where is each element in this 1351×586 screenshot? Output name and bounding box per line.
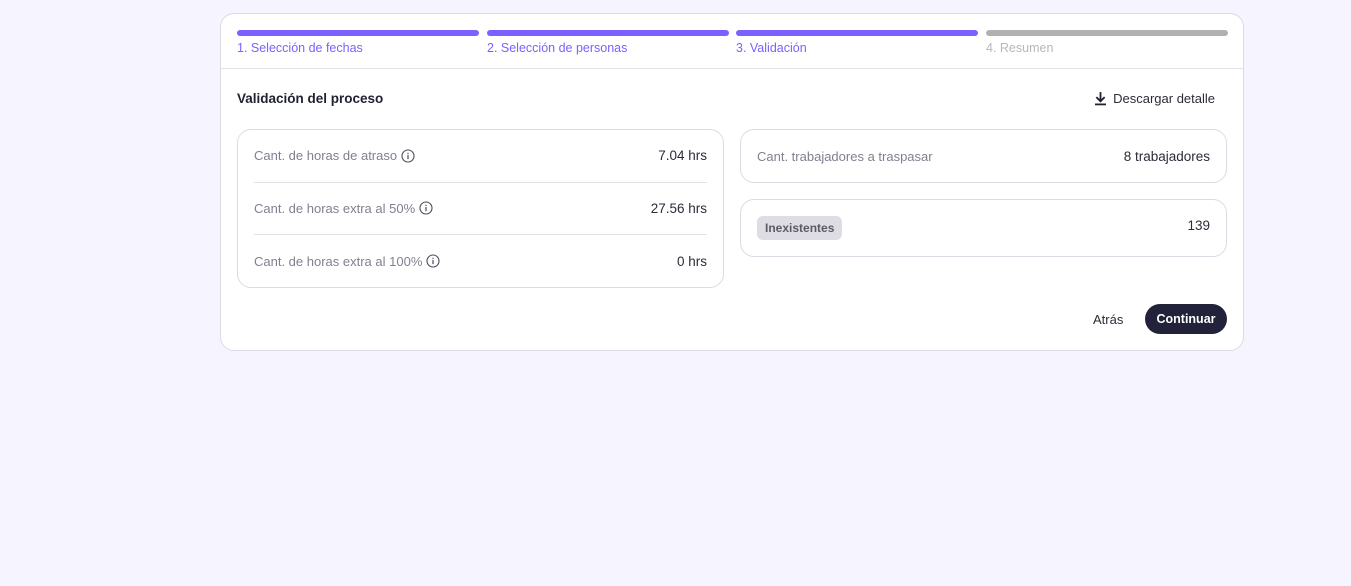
validation-card: 1. Selección de fechas 2. Selección de p…	[220, 13, 1244, 351]
step-label: 2. Selección de personas	[487, 41, 628, 55]
workers-box: Cant. trabajadores a traspasar 8 trabaja…	[740, 129, 1227, 183]
step-summary: 4. Resumen	[986, 30, 1228, 55]
step-dates[interactable]: 1. Selección de fechas	[237, 30, 479, 55]
download-detail-button[interactable]: Descargar detalle	[1094, 91, 1215, 106]
download-icon	[1095, 91, 1107, 105]
section-title: Validación del proceso	[237, 91, 384, 106]
row-label-wrap: Cant. de horas de atraso	[254, 148, 415, 163]
hours-row-extra-100: Cant. de horas extra al 100% 0 hrs	[254, 235, 707, 288]
step-label: 3. Validación	[736, 41, 807, 55]
workers-value: 8 trabajadores	[1123, 148, 1210, 164]
hours-row-delay: Cant. de horas de atraso 7.04 hrs	[254, 130, 707, 183]
missing-box: Inexistentes 139	[740, 199, 1227, 257]
hours-summary-box: Cant. de horas de atraso 7.04 hrs Cant. …	[237, 129, 724, 288]
step-progress-bar	[736, 30, 978, 36]
missing-badge: Inexistentes	[757, 216, 843, 240]
step-validation[interactable]: 3. Validación	[736, 30, 978, 55]
row-label: Cant. de horas extra al 100%	[254, 253, 423, 269]
back-button[interactable]: Atrás	[1093, 312, 1123, 327]
row-label: Cant. de horas extra al 50%	[254, 200, 416, 216]
row-label: Cant. de horas de atraso	[254, 148, 398, 164]
step-people[interactable]: 2. Selección de personas	[487, 30, 729, 55]
info-icon[interactable]	[401, 149, 415, 163]
step-label: 1. Selección de fechas	[237, 41, 363, 55]
hours-row-extra-50: Cant. de horas extra al 50% 27.56 hrs	[254, 183, 707, 235]
info-icon[interactable]	[426, 254, 440, 268]
workers-label: Cant. trabajadores a traspasar	[757, 148, 933, 164]
row-label-wrap: Cant. de horas extra al 50%	[254, 201, 433, 216]
header-divider	[221, 68, 1243, 69]
step-label: 4. Resumen	[986, 41, 1054, 55]
download-label: Descargar detalle	[1113, 91, 1215, 106]
stepper: 1. Selección de fechas 2. Selección de p…	[237, 30, 1228, 70]
step-progress-bar	[237, 30, 479, 36]
row-value: 0 hrs	[676, 253, 707, 269]
step-progress-bar	[986, 30, 1228, 36]
step-progress-bar	[487, 30, 729, 36]
row-value: 7.04 hrs	[658, 148, 707, 164]
info-icon[interactable]	[419, 201, 433, 215]
missing-count: 139	[1187, 218, 1210, 233]
row-value: 27.56 hrs	[650, 200, 707, 216]
row-label-wrap: Cant. de horas extra al 100%	[254, 254, 440, 269]
continue-button[interactable]: Continuar	[1145, 304, 1227, 334]
